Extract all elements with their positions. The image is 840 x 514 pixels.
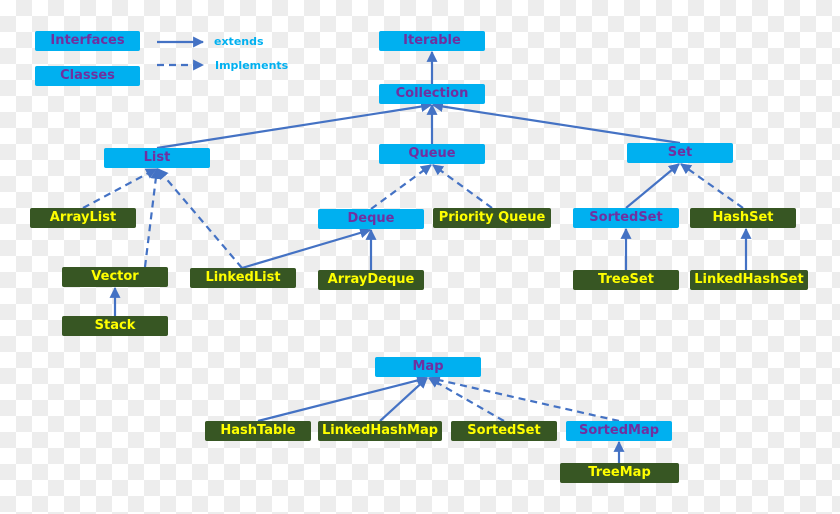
edge-vector-list [143, 167, 162, 268]
node-hashset: HashSet [690, 208, 796, 228]
node-deque: Deque [318, 209, 424, 229]
edge-hashtable-map [257, 375, 429, 423]
node-list: List [104, 148, 210, 168]
edge-sortedset-map [428, 377, 505, 422]
node-priorityqueue: Priority Queue [433, 208, 551, 228]
edge-sortedmap-map [428, 374, 620, 423]
legend-implements-label: Implements [215, 59, 289, 72]
edge-sortedset-set [625, 163, 680, 209]
node-iterable: Iterable [379, 31, 485, 51]
edge-linkedlist-list [157, 168, 243, 269]
node-sortedset-map: SortedSet [451, 421, 557, 441]
node-linkedhashset: LinkedHashSet [690, 270, 808, 290]
edge-priorityqueue-queue [432, 164, 493, 209]
edge-hashset-set [680, 163, 744, 209]
node-arraylist: ArrayList [30, 208, 136, 228]
edge-deque-queue [370, 164, 432, 210]
legend-classes: Classes [35, 66, 140, 86]
node-stack: Stack [62, 316, 168, 336]
legend-interfaces: Interfaces [35, 31, 140, 51]
node-treemap: TreeMap [560, 463, 679, 483]
edge-set-collection [431, 101, 681, 145]
node-sortedmap: SortedMap [566, 421, 672, 441]
edge-linkedlist-deque [241, 227, 372, 270]
node-hashtable: HashTable [205, 421, 311, 441]
node-map: Map [375, 357, 481, 377]
node-linkedhashmap: LinkedHashMap [318, 421, 442, 441]
node-set: Set [627, 143, 733, 163]
legend-extends-label: extends [214, 35, 264, 48]
node-vector: Vector [62, 267, 168, 287]
node-queue: Queue [379, 144, 485, 164]
edge-arraylist-list [82, 168, 157, 209]
node-linkedlist: LinkedList [190, 268, 296, 288]
node-treeset: TreeSet [573, 270, 679, 290]
edge-list-collection [156, 101, 433, 150]
node-sortedset: SortedSet [573, 208, 679, 228]
node-arraydeque: ArrayDeque [318, 270, 424, 290]
node-collection: Collection [379, 84, 485, 104]
